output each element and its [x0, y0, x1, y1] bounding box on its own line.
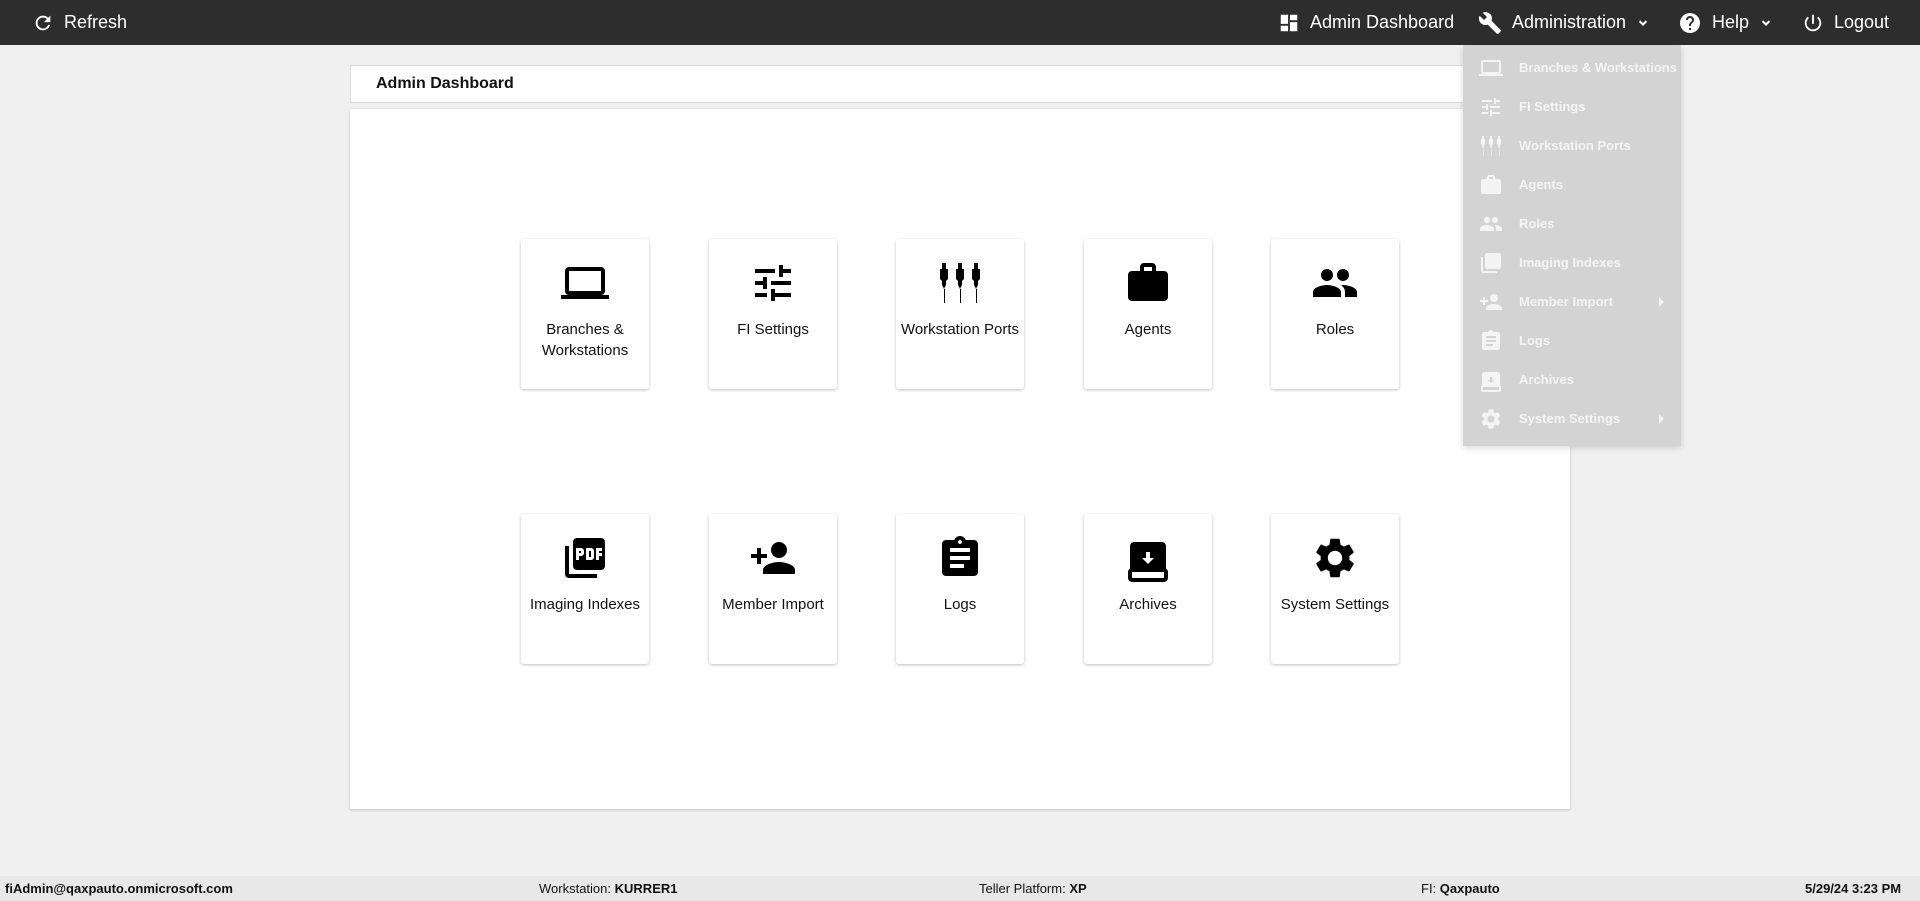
footer-fi: FI: Qaxpauto — [1421, 876, 1500, 901]
administration-menu-button[interactable]: Administration — [1478, 0, 1650, 45]
submenu-arrow-icon — [1659, 413, 1664, 424]
fi-value: Qaxpauto — [1439, 881, 1500, 896]
tile-label: Workstation Ports — [900, 321, 1020, 338]
gear-icon — [1481, 408, 1501, 429]
tile-archives[interactable]: Archives — [1084, 514, 1212, 664]
menu-item-archives[interactable]: Archives — [1463, 360, 1681, 399]
clipboard-icon — [1482, 329, 1500, 350]
teller-platform-label: Teller Platform: — [979, 881, 1066, 896]
menu-item-imaging-indexes[interactable]: Imaging Indexes — [1463, 243, 1681, 282]
menu-item-label: Agents — [1519, 177, 1564, 192]
fi-label: FI: — [1421, 881, 1437, 896]
help-label: Help — [1712, 12, 1750, 32]
logout-label: Logout — [1834, 12, 1890, 32]
power-icon — [1804, 14, 1822, 31]
workstation-label: Workstation: — [539, 881, 612, 896]
refresh-button[interactable]: Refresh — [32, 0, 127, 45]
workstation-value: KURRER1 — [614, 881, 678, 896]
refresh-label: Refresh — [64, 12, 128, 32]
administration-label: Administration — [1512, 12, 1627, 32]
menu-item-label: Workstation Ports — [1519, 138, 1631, 153]
menu-item-label: Branches & Workstations — [1519, 60, 1677, 75]
tile-label: Agents — [1124, 321, 1172, 338]
tile-member-import[interactable]: Member Import — [709, 514, 837, 664]
people-icon — [1480, 216, 1502, 231]
menu-item-label: Archives — [1519, 372, 1574, 387]
cable-icon — [1481, 135, 1501, 156]
datetime: 5/29/24 3:23 PM — [1805, 881, 1902, 896]
person-add-icon — [1480, 293, 1502, 310]
submenu-arrow-icon — [1659, 296, 1664, 307]
chevron-down-icon — [1761, 19, 1771, 26]
menu-item-logs[interactable]: Logs — [1463, 321, 1681, 360]
cable-icon — [940, 263, 980, 303]
clipboard-icon — [942, 536, 978, 576]
tile-logs[interactable]: Logs — [896, 514, 1024, 664]
page-title: Admin Dashboard — [376, 75, 514, 92]
wrench-icon — [1478, 11, 1501, 34]
footer-datetime: 5/29/24 3:23 PM — [1805, 876, 1901, 901]
page-title-bar: Admin Dashboard — [350, 65, 1570, 103]
tile-workstation-ports[interactable]: Workstation Ports — [896, 239, 1024, 389]
tile-roles[interactable]: Roles — [1271, 239, 1399, 389]
admin-dashboard-button[interactable]: Admin Dashboard — [1278, 0, 1454, 45]
tune-icon — [755, 265, 791, 301]
laptop-icon — [561, 267, 609, 299]
footer-teller-platform: Teller Platform: XP — [979, 876, 1087, 901]
archive-icon — [1481, 371, 1501, 392]
tile-imaging-indexes[interactable]: Imaging Indexes — [521, 514, 649, 664]
menu-item-roles[interactable]: Roles — [1463, 204, 1681, 243]
tile-label: Logs — [943, 596, 977, 613]
menu-item-label: Imaging Indexes — [1519, 255, 1621, 270]
briefcase-icon — [1128, 263, 1168, 301]
tile-label: Roles — [1315, 321, 1355, 338]
user-email: fiAdmin@qaxpauto.onmicrosoft.com — [5, 881, 233, 896]
tile-label: FI Settings — [737, 321, 809, 338]
footer-user: fiAdmin@qaxpauto.onmicrosoft.com — [5, 876, 233, 901]
tile-agents[interactable]: Agents — [1084, 239, 1212, 389]
tile-label: Member Import — [722, 596, 824, 613]
archive-icon — [1128, 542, 1168, 582]
pdf-icon — [1481, 252, 1501, 273]
menu-item-member-import[interactable]: Member Import — [1463, 282, 1681, 321]
menu-item-label: System Settings — [1519, 411, 1621, 426]
logout-button[interactable]: Logout — [1802, 0, 1889, 45]
tile-label: Archives — [1119, 596, 1177, 613]
teller-platform-value: XP — [1069, 881, 1087, 896]
tile-system-settings[interactable]: System Settings — [1271, 514, 1399, 664]
menu-item-label: Roles — [1519, 216, 1555, 231]
pdf-icon — [565, 538, 605, 578]
administration-dropdown-menu: Branches & Workstations FI Settings Work… — [1463, 45, 1681, 446]
tile-fi-settings[interactable]: FI Settings — [709, 239, 837, 389]
help-icon — [1680, 12, 1700, 33]
laptop-icon — [1479, 59, 1503, 76]
menu-item-branches-workstations[interactable]: Branches & Workstations — [1463, 48, 1681, 87]
tile-label: Imaging Indexes — [529, 596, 641, 613]
top-navigation-bar: Refresh Admin Dashboard Administration H… — [0, 0, 1920, 45]
menu-item-fi-settings[interactable]: FI Settings — [1463, 87, 1681, 126]
tune-icon — [1482, 97, 1500, 116]
tile-branches-workstations[interactable]: Branches & Workstations — [521, 239, 649, 389]
status-bar: fiAdmin@qaxpauto.onmicrosoft.com Worksta… — [0, 876, 1920, 901]
menu-item-agents[interactable]: Agents — [1463, 165, 1681, 204]
tile-label: System Settings — [1280, 596, 1390, 613]
menu-item-system-settings[interactable]: System Settings — [1463, 399, 1681, 438]
chevron-down-icon — [1638, 19, 1648, 26]
menu-item-label: Member Import — [1519, 294, 1613, 309]
tile-label: Branches & Workstations — [541, 321, 629, 359]
people-icon — [1313, 269, 1357, 297]
help-menu-button[interactable]: Help — [1678, 0, 1773, 45]
dashboard-icon — [1280, 14, 1298, 31]
refresh-icon — [35, 15, 51, 30]
admin-dashboard-label: Admin Dashboard — [1310, 12, 1455, 32]
menu-item-label: Logs — [1519, 333, 1551, 348]
footer-workstation: Workstation: KURRER1 — [539, 876, 677, 901]
menu-item-label: FI Settings — [1519, 99, 1586, 114]
person-add-icon — [751, 542, 795, 574]
briefcase-icon — [1481, 174, 1501, 194]
dashboard-panel: Branches & Workstations FI Settings Work… — [350, 109, 1570, 809]
menu-item-workstation-ports[interactable]: Workstation Ports — [1463, 126, 1681, 165]
gear-icon — [1316, 538, 1354, 578]
